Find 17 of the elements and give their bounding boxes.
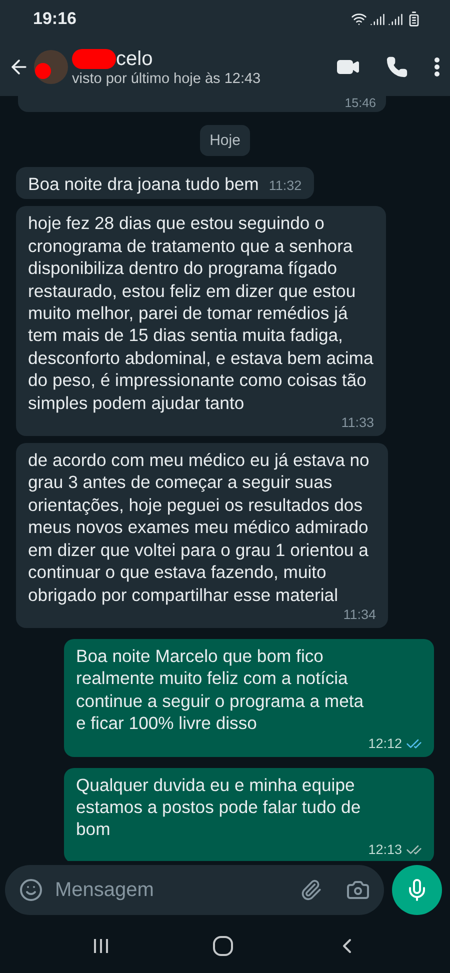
- message-time: 15:46: [344, 96, 376, 110]
- message-time: 11:32: [268, 177, 302, 196]
- message-time: 11:34: [343, 606, 376, 624]
- message-bar[interactable]: Mensagem: [5, 865, 384, 915]
- message-field[interactable]: Mensagem: [53, 878, 290, 902]
- last-seen: visto por último hoje às 12:43: [72, 71, 262, 87]
- message-text: hoje fez 28 dias que estou seguindo o cronograma de tratamento que a senhora disponibiliza dentro do programa fígado restaurado, estou feliz em dizer que estou muito melhor, parei de tomar remédios já tem mais de 15 dias sentia muita fadiga, desconforto abdominal, e estava bem acima do peso, é impressionante como coisas tão simples podem ajudar tanto: [28, 212, 374, 414]
- message-text: de acordo com meu médico eu já estava no grau 3 antes de começar a seguir suas orientações, hoje peguei os resultados dos meus novos exames meu médico admirado em dizer que voltei para o grau 1 orientou a continuar o que estava fazendo, muito obrigado por compartilhar esse material: [28, 449, 370, 606]
- date-chip: Hoje: [200, 125, 250, 156]
- clock: 19:16: [33, 9, 76, 29]
- message-text: Boa noite dra joana tudo bem: [28, 173, 259, 196]
- message-time: 12:12: [368, 734, 402, 753]
- message-time: 11:33: [341, 414, 374, 432]
- message-time: 12:13: [368, 840, 402, 859]
- message-text: Qualquer duvida eu e minha equipe estamos a postos pode falar tudo de bom: [76, 774, 362, 841]
- contact-name[interactable]: celo: [116, 47, 153, 71]
- message-text: Boa noite Marcelo que bom fico realmente muito feliz com a notícia continue a seguir o programa a meta e ficar 100% livre disso: [76, 644, 365, 735]
